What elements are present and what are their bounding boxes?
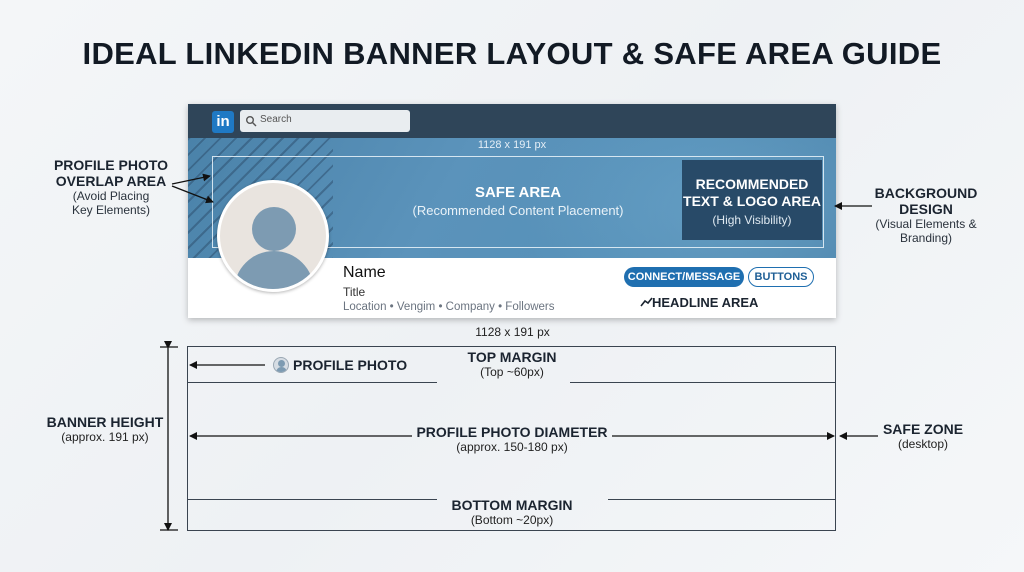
- arrow-icon: [160, 173, 878, 531]
